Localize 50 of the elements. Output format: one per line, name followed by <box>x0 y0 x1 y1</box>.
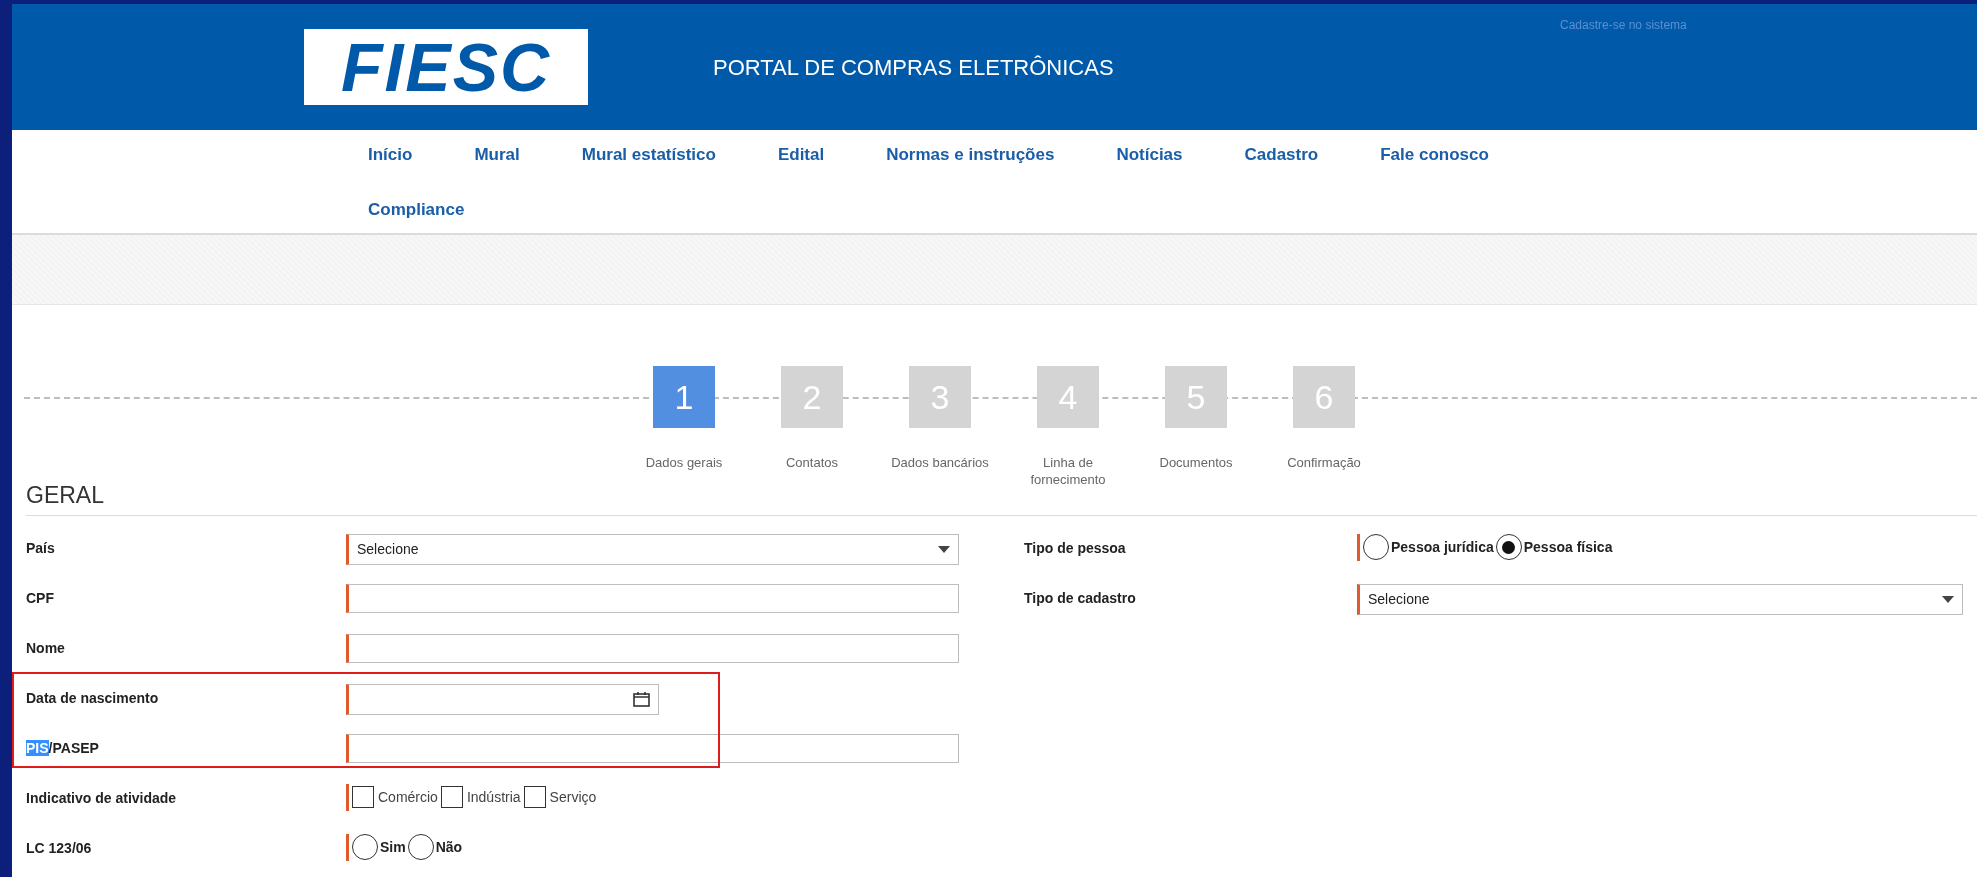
checkbox-label: Comércio <box>378 787 438 807</box>
field-label: Tipo de pessoa <box>1024 539 1126 556</box>
radio-button[interactable] <box>1363 534 1389 560</box>
caret-icon <box>1942 595 1954 603</box>
step-label: Dados bancários <box>890 454 990 471</box>
radio-label: Sim <box>380 837 406 857</box>
nav-link[interactable]: Fale conosco <box>1380 144 1489 166</box>
field-label: CPF <box>26 589 54 606</box>
field-label: Data de nascimento <box>26 689 159 706</box>
step-label: Dados gerais <box>644 454 724 471</box>
nav-link[interactable]: Notícias <box>1116 144 1183 166</box>
calendar-icon <box>633 691 650 707</box>
radio-button[interactable] <box>352 834 378 860</box>
checkbox[interactable] <box>440 786 463 808</box>
portal-title: PORTAL DE COMPRAS ELETRÔNICAS <box>713 53 1114 82</box>
field-label: Tipo de cadastro <box>1024 589 1136 606</box>
step-label: Confirmação <box>1286 454 1362 471</box>
step-label: Documentos <box>1158 454 1234 471</box>
step-number[interactable]: 1 <box>653 366 715 428</box>
logo: FIESC <box>304 29 588 105</box>
field-label: Indicativo de atividade <box>26 789 177 806</box>
nav-link[interactable]: Compliance <box>368 199 465 221</box>
nav-link[interactable]: Início <box>368 144 413 166</box>
checkbox-label: Indústria <box>466 787 521 807</box>
nav-link[interactable]: Mural estatístico <box>581 144 716 166</box>
input-field[interactable] <box>346 583 959 613</box>
date-field[interactable] <box>346 683 659 715</box>
radio-button[interactable] <box>1495 534 1522 560</box>
radio-label: Pessoa física <box>1523 537 1613 557</box>
field-label: Nome <box>26 639 65 656</box>
radio-label: Não <box>435 837 463 857</box>
radio-button[interactable] <box>407 834 434 860</box>
nav-link[interactable]: Edital <box>777 144 825 166</box>
nav-link[interactable]: Cadastro <box>1244 144 1319 166</box>
radio-label: Pessoa jurídica <box>1391 537 1494 557</box>
field-label: LC 123/06 <box>26 839 92 856</box>
checkbox-label: Serviço <box>549 787 597 807</box>
caret-icon <box>938 545 950 553</box>
input-field[interactable] <box>346 633 959 663</box>
checkbox[interactable] <box>523 786 546 808</box>
step-label: Contatos <box>784 454 839 471</box>
checkbox[interactable] <box>352 786 374 808</box>
select-field[interactable]: Selecione <box>346 533 959 565</box>
field-label: País <box>26 539 55 556</box>
input-field[interactable] <box>346 733 959 763</box>
nav-link[interactable]: Mural <box>474 144 520 166</box>
nav-link[interactable]: Normas e instruções <box>886 144 1055 166</box>
step-label: Linha de fornecimento <box>1029 454 1107 488</box>
section-title: GERAL <box>26 482 104 508</box>
select-field[interactable]: Selecione <box>1357 583 1963 615</box>
